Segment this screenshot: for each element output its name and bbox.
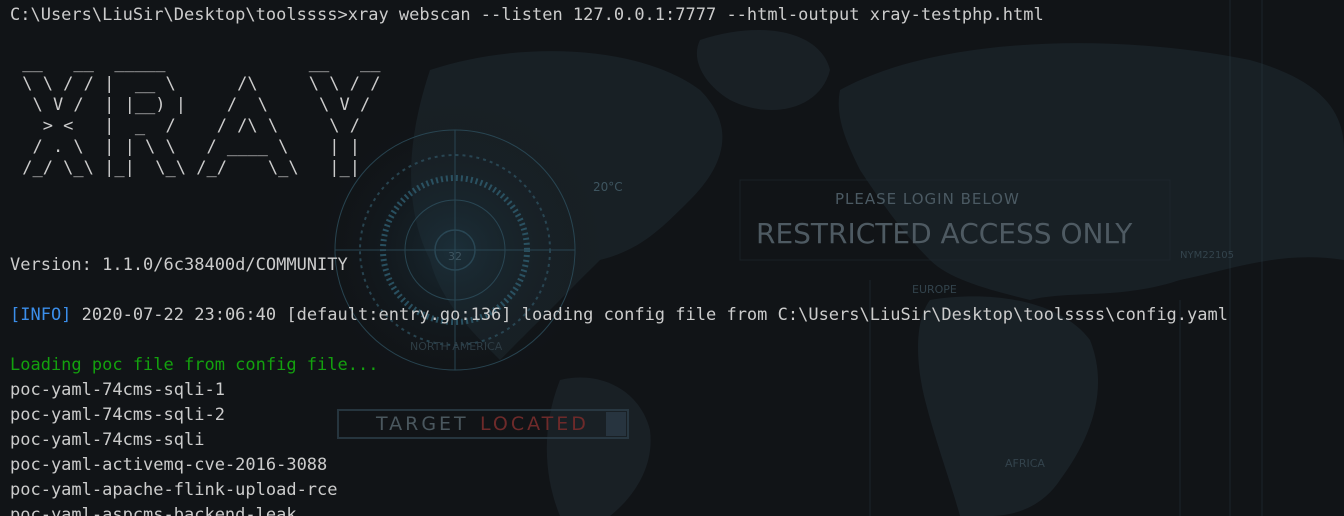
poc-file-item: poc-yaml-activemq-cve-2016-3088	[10, 455, 328, 475]
wallpaper-europe: EUROPE	[912, 283, 957, 296]
wallpaper-north-america: NORTH AMERICA	[410, 340, 503, 353]
command-prompt-line: C:\Users\LiuSir\Desktop\toolssss>xray we…	[10, 5, 1044, 25]
wallpaper-located-label: LOCATED	[480, 413, 589, 435]
info-log-line: [INFO] 2020-07-22 23:06:40 [default:entr…	[10, 303, 1228, 327]
info-message: 2020-07-22 23:06:40 [default:entry.go:13…	[71, 305, 1228, 325]
poc-file-item: poc-yaml-apache-flink-upload-rce	[10, 480, 338, 500]
banner-line: \ \ / / | __ \ /\ \ \ / /	[12, 74, 381, 94]
wallpaper-target-label: TARGET	[376, 413, 469, 435]
wallpaper-temperature: 20°C	[593, 180, 623, 194]
wallpaper-coords: NYM22105	[1180, 250, 1235, 261]
wallpaper-africa: AFRICA	[1005, 457, 1045, 470]
wallpaper-please-login: PLEASE LOGIN BELOW	[835, 190, 1020, 208]
xray-ascii-banner: __ __ _____ __ __ \ \ / / | __ \ /\ \ \ …	[12, 53, 380, 179]
banner-line: / . \ | | \ \ / ____ \ | |	[12, 137, 381, 157]
loading-poc-line: Loading poc file from config file...	[10, 355, 379, 375]
terminal-window[interactable]: PLEASE LOGIN BELOW RESTRICTED ACCESS ONL…	[0, 0, 1344, 516]
poc-file-item: poc-yaml-74cms-sqli-1	[10, 380, 225, 400]
info-tag: [INFO]	[10, 305, 72, 325]
poc-file-item: poc-yaml-aspcms-backend-leak	[10, 505, 297, 516]
version-line: Version: 1.1.0/6c38400d/COMMUNITY	[10, 255, 348, 275]
wallpaper-restricted-access: RESTRICTED ACCESS ONLY	[756, 217, 1133, 250]
banner-line: > < | _ / / /\ \ \ /	[12, 116, 381, 136]
banner-line: __ __ _____ __ __	[12, 53, 381, 73]
poc-file-item: poc-yaml-74cms-sqli-2	[10, 405, 225, 425]
wallpaper-dial-number: 32	[448, 250, 462, 263]
banner-line: /_/ \_\ |_| \_\ /_/ \_\ |_|	[12, 158, 381, 178]
poc-file-item: poc-yaml-74cms-sqli	[10, 430, 205, 450]
banner-line: \ V / | |__) | / \ \ V /	[12, 95, 381, 115]
